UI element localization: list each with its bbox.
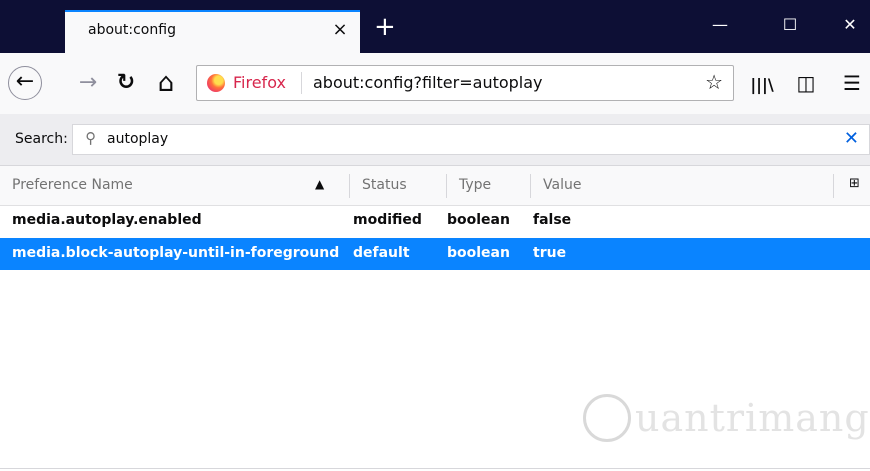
search-icon: ⚲ bbox=[85, 129, 96, 147]
sidebar-icon[interactable]: ◫ bbox=[792, 71, 820, 95]
search-input[interactable]: ⚲ autoplay ✕ bbox=[72, 124, 870, 155]
tab-title: about:config bbox=[88, 22, 176, 38]
firefox-icon bbox=[207, 74, 225, 92]
close-window-icon[interactable]: ✕ bbox=[835, 15, 865, 35]
pref-status: modified bbox=[353, 212, 422, 228]
column-header-value[interactable]: Value bbox=[543, 177, 581, 193]
minimize-icon[interactable]: — bbox=[705, 15, 735, 35]
back-icon[interactable]: ← bbox=[8, 66, 42, 100]
maximize-icon[interactable]: ☐ bbox=[775, 15, 805, 35]
search-label: Search: bbox=[15, 131, 68, 147]
pref-type: boolean bbox=[447, 245, 510, 261]
tab-about-config[interactable]: about:config × bbox=[65, 10, 360, 53]
bottom-border bbox=[0, 468, 870, 469]
column-header-type[interactable]: Type bbox=[459, 177, 491, 193]
url-separator bbox=[301, 72, 302, 94]
watermark-text: uantrimang bbox=[635, 396, 870, 440]
url-bar[interactable]: Firefox about:config?filter=autoplay ☆ bbox=[196, 65, 734, 101]
title-bar: about:config × + — ☐ ✕ bbox=[0, 0, 870, 53]
library-icon[interactable]: |||\ bbox=[748, 73, 776, 97]
tab-close-icon[interactable]: × bbox=[328, 18, 352, 42]
pref-value: true bbox=[533, 245, 567, 261]
column-divider[interactable] bbox=[833, 174, 834, 198]
bookmark-star-icon[interactable]: ☆ bbox=[705, 70, 723, 94]
search-value[interactable]: autoplay bbox=[107, 131, 168, 147]
pref-type: boolean bbox=[447, 212, 510, 228]
home-icon[interactable]: ⌂ bbox=[152, 70, 180, 96]
navigation-bar: ← → ↻ ⌂ Firefox about:config?filter=auto… bbox=[0, 53, 870, 115]
column-header-preference-name[interactable]: Preference Name bbox=[12, 177, 133, 193]
reload-icon[interactable]: ↻ bbox=[112, 71, 140, 95]
table-row-selected[interactable]: media.block-autoplay-until-in-foreground… bbox=[0, 238, 870, 270]
column-header-status[interactable]: Status bbox=[362, 177, 407, 193]
sort-ascending-icon[interactable]: ▲ bbox=[315, 177, 324, 191]
url-input[interactable]: about:config?filter=autoplay bbox=[313, 73, 543, 92]
pref-name: media.block-autoplay-until-in-foreground bbox=[12, 245, 340, 261]
column-divider[interactable] bbox=[530, 174, 531, 198]
column-divider[interactable] bbox=[446, 174, 447, 198]
column-divider[interactable] bbox=[349, 174, 350, 198]
new-tab-icon[interactable]: + bbox=[374, 14, 396, 40]
table-header: Preference Name ▲ Status Type Value ⊞ bbox=[0, 166, 870, 206]
table-row[interactable]: media.autoplay.enabled modified boolean … bbox=[0, 205, 870, 237]
search-bar: Search: ⚲ autoplay ✕ bbox=[0, 114, 870, 166]
pref-value: false bbox=[533, 212, 572, 228]
watermark: uantrimang bbox=[583, 388, 870, 458]
column-picker-icon[interactable]: ⊞ bbox=[849, 176, 860, 191]
menu-icon[interactable]: ☰ bbox=[838, 71, 866, 95]
identity-label[interactable]: Firefox bbox=[233, 73, 286, 92]
pref-status: default bbox=[353, 245, 410, 261]
watermark-logo-icon bbox=[583, 394, 631, 442]
clear-search-icon[interactable]: ✕ bbox=[844, 128, 859, 149]
pref-name: media.autoplay.enabled bbox=[12, 212, 202, 228]
forward-icon[interactable]: → bbox=[74, 71, 102, 95]
